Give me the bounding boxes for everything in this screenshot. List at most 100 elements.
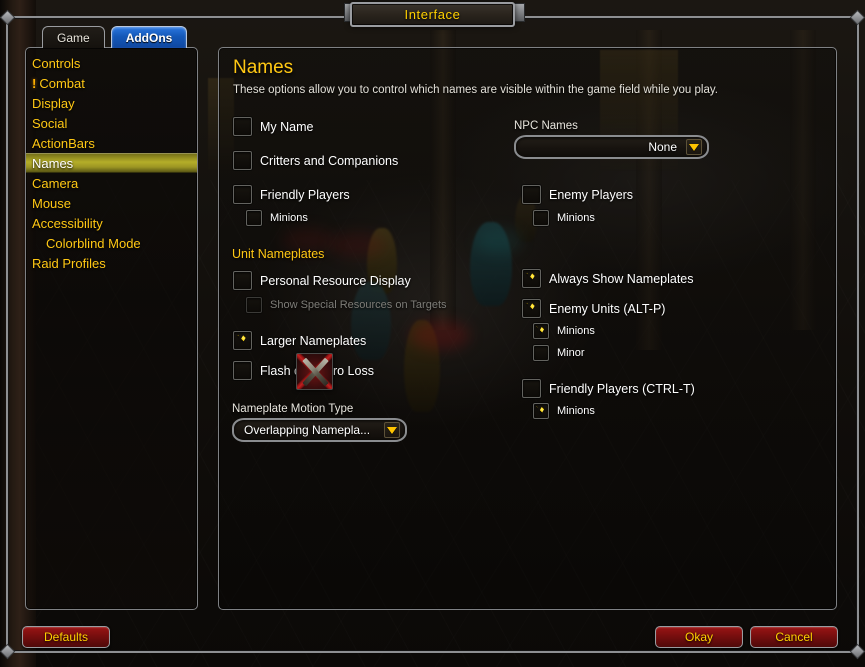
option-label: Personal Resource Display (260, 273, 411, 288)
checkbox-enemy-players[interactable] (522, 185, 541, 204)
tab-addons-label: AddOns (125, 30, 173, 45)
sidebar-item-names[interactable]: Names (26, 153, 197, 173)
section-header-unit-nameplates: Unit Nameplates (232, 247, 325, 261)
window-title: Interface (404, 7, 461, 22)
option-my-name[interactable]: My Name (233, 117, 313, 136)
sidebar-item-label: Raid Profiles (32, 255, 106, 271)
chevron-down-icon[interactable] (384, 422, 400, 438)
page-title: Names (233, 57, 294, 78)
page-description: These options allow you to control which… (233, 84, 718, 96)
sidebar-item-label: Display (32, 95, 75, 111)
nameplate-motion-value: Overlapping Namepla... (244, 423, 371, 437)
sidebar-item-label: Mouse (32, 195, 72, 211)
option-friendly-players-ctrl-t-minions[interactable]: Minions (533, 403, 595, 419)
sidebar-item-label: Combat (39, 75, 85, 91)
defaults-button[interactable]: Defaults (22, 626, 110, 648)
sidebar-item-social[interactable]: Social (26, 113, 197, 133)
sidebar-item-display[interactable]: Display (26, 93, 197, 113)
sidebar-item-label: Camera (32, 175, 79, 191)
sidebar-item-colorblind-mode[interactable]: Colorblind Mode (26, 233, 197, 253)
tab-bar: Game AddOns (42, 26, 188, 48)
tab-game-label: Game (57, 30, 90, 45)
option-label: Minions (270, 212, 308, 224)
npc-names-label: NPC Names (514, 120, 578, 132)
option-enemy-units[interactable]: Enemy Units (ALT-P) (522, 299, 665, 318)
checkbox-show-special-resources-on-targets (246, 297, 262, 313)
option-label: Friendly Players (CTRL-T) (549, 381, 695, 396)
checkbox-friendly-players[interactable] (233, 185, 252, 204)
nameplate-motion-dropdown-group: Nameplate Motion Type Overlapping Namepl… (232, 403, 407, 442)
option-label: Critters and Companions (260, 153, 399, 168)
sidebar-item-label: ActionBars (32, 135, 95, 151)
option-label: Enemy Units (ALT-P) (549, 301, 666, 316)
cancel-button-label: Cancel (775, 630, 813, 644)
chevron-down-icon[interactable] (686, 139, 702, 155)
checkbox-personal-resource-display[interactable] (233, 271, 252, 290)
options-content-panel: Names These options allow you to control… (218, 47, 837, 610)
sidebar-item-mouse[interactable]: Mouse (26, 193, 197, 213)
checkbox-always-show-nameplates[interactable] (522, 269, 541, 288)
sidebar-item-raid-profiles[interactable]: Raid Profiles (26, 253, 197, 273)
option-label: Friendly Players (260, 187, 350, 202)
sidebar-item-combat[interactable]: ! Combat (26, 73, 197, 93)
option-personal-resource-display[interactable]: Personal Resource Display (233, 271, 411, 290)
option-label: Larger Nameplates (260, 333, 367, 348)
cancel-button[interactable]: Cancel (750, 626, 838, 648)
frame-corner-nub (849, 9, 865, 26)
sidebar-item-label: Colorblind Mode (46, 235, 141, 251)
sidebar-item-label: Social (32, 115, 68, 131)
alert-exclamation-icon: ! (32, 75, 37, 91)
option-label: Minions (557, 405, 595, 417)
option-friendly-players-ctrl-t[interactable]: Friendly Players (CTRL-T) (522, 379, 695, 398)
checkbox-critters-and-companions[interactable] (233, 151, 252, 170)
checkbox-friendly-players-ctrl-t[interactable] (522, 379, 541, 398)
option-enemy-units-minor[interactable]: Minor (533, 345, 585, 361)
option-enemy-players-minions[interactable]: Minions (533, 210, 595, 226)
option-label: Minions (557, 325, 595, 337)
checkbox-friendly-players-minions[interactable] (246, 210, 262, 226)
npc-names-dropdown[interactable]: None (514, 135, 709, 159)
option-enemy-players[interactable]: Enemy Players (522, 185, 633, 204)
option-label: Show Special Resources on Targets (270, 299, 447, 311)
option-show-special-resources-on-targets: Show Special Resources on Targets (246, 297, 447, 313)
checkbox-larger-nameplates[interactable] (233, 331, 252, 350)
category-sidebar: Controls ! Combat Display Social ActionB… (25, 47, 198, 610)
checkbox-friendly-ctrl-minions[interactable] (533, 403, 549, 419)
option-critters-and-companions[interactable]: Critters and Companions (233, 151, 398, 170)
checkbox-enemy-units-minions[interactable] (533, 323, 549, 339)
sidebar-item-actionbars[interactable]: ActionBars (26, 133, 197, 153)
checkbox-flash-on-aggro-loss[interactable] (233, 361, 252, 380)
checkbox-enemy-units[interactable] (522, 299, 541, 318)
interface-options-screen: Interface Game AddOns Controls ! Combat … (0, 0, 865, 667)
sidebar-item-camera[interactable]: Camera (26, 173, 197, 193)
npc-names-value: None (648, 140, 677, 154)
sidebar-item-accessibility[interactable]: Accessibility (26, 213, 197, 233)
checkbox-enemy-units-minor[interactable] (533, 345, 549, 361)
option-label: Always Show Nameplates (549, 271, 694, 286)
okay-button-label: Okay (684, 630, 713, 644)
okay-button[interactable]: Okay (655, 626, 743, 648)
tab-addons[interactable]: AddOns (110, 26, 188, 48)
nameplate-motion-label: Nameplate Motion Type (232, 403, 354, 415)
nameplate-motion-dropdown[interactable]: Overlapping Namepla... (232, 418, 407, 442)
option-friendly-players[interactable]: Friendly Players (233, 185, 350, 204)
frame-corner-nub (849, 643, 865, 660)
option-friendly-players-minions[interactable]: Minions (246, 210, 308, 226)
sidebar-item-label: Names (32, 155, 74, 171)
checkbox-enemy-players-minions[interactable] (533, 210, 549, 226)
npc-names-dropdown-group: NPC Names None (514, 120, 709, 159)
option-label: My Name (260, 119, 314, 134)
checkbox-my-name[interactable] (233, 117, 252, 136)
window-title-bar: Interface (350, 2, 515, 27)
option-larger-nameplates[interactable]: Larger Nameplates (233, 331, 366, 350)
sidebar-item-label: Controls (32, 55, 81, 71)
sidebar-item-label: Accessibility (32, 215, 103, 231)
option-label: Enemy Players (549, 187, 634, 202)
tab-game[interactable]: Game (42, 26, 105, 48)
option-always-show-nameplates[interactable]: Always Show Nameplates (522, 269, 694, 288)
defaults-button-label: Defaults (43, 630, 89, 644)
crossed-swords-icon (296, 353, 333, 390)
option-enemy-units-minions[interactable]: Minions (533, 323, 595, 339)
option-label: Minions (557, 212, 595, 224)
sidebar-item-controls[interactable]: Controls (26, 53, 197, 73)
